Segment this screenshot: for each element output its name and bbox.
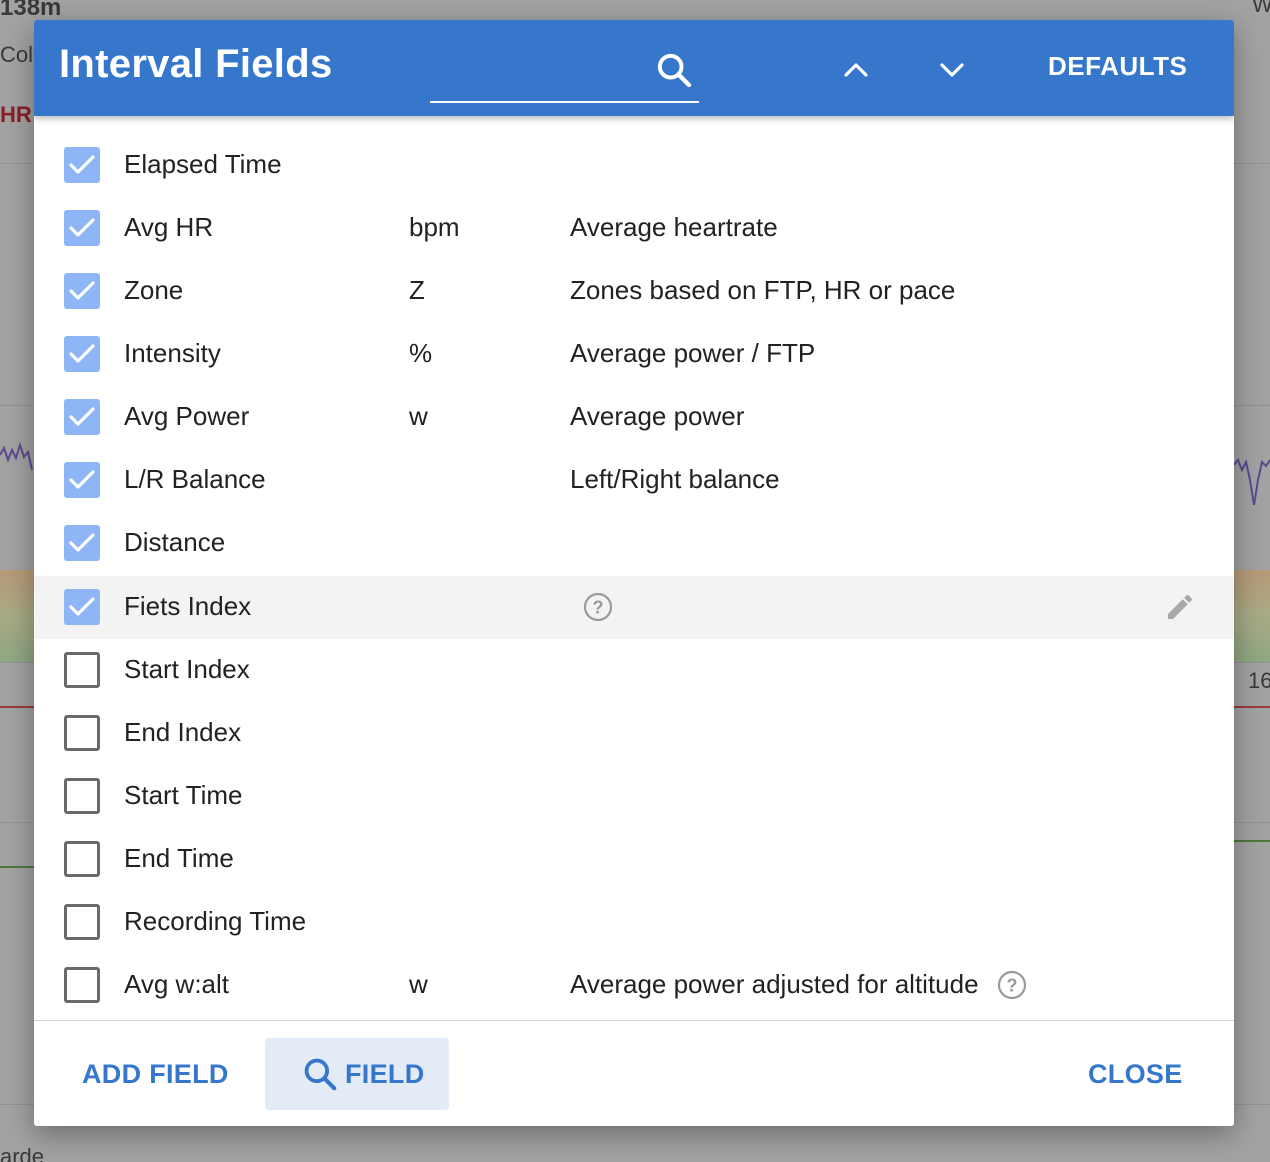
field-checkbox[interactable] — [64, 399, 100, 435]
add-field-button[interactable]: ADD FIELD — [82, 1059, 229, 1090]
search-field[interactable] — [430, 46, 699, 103]
bg-col-label: Col — [0, 42, 34, 67]
dialog-header: Interval Fields DEFAULTS — [34, 20, 1234, 116]
field-description: Average power / FTP — [570, 338, 816, 368]
field-description: Average power — [570, 401, 745, 431]
field-checkbox[interactable] — [64, 841, 100, 877]
search-icon — [304, 1058, 337, 1091]
svg-text:?: ? — [1007, 976, 1018, 996]
field-name: Start Time — [124, 780, 243, 810]
check-icon — [69, 344, 95, 363]
search-field-label: FIELD — [345, 1059, 425, 1089]
field-checkbox[interactable] — [64, 652, 100, 688]
field-row[interactable]: Zone Z Zones based on FTP, HR or pace — [34, 260, 1234, 323]
field-row[interactable]: Avg w:alt w Average power adjusted for alt… — [34, 954, 1234, 1017]
field-name: Intensity — [124, 338, 221, 368]
check-icon — [69, 597, 95, 616]
field-checkbox[interactable] — [64, 147, 100, 183]
dialog-title: Interval Fields — [59, 42, 333, 86]
check-icon — [69, 470, 95, 489]
field-name: End Index — [124, 717, 242, 747]
field-name: Recording Time — [124, 906, 307, 936]
field-description: Left/Right balance — [570, 464, 780, 494]
field-checkbox[interactable] — [64, 967, 100, 1003]
check-icon — [69, 407, 95, 426]
field-row[interactable]: Avg HR bpm Average heartrate — [34, 197, 1234, 260]
check-icon — [69, 281, 95, 300]
field-unit: bpm — [409, 212, 460, 242]
field-row[interactable]: Distance — [34, 512, 1234, 575]
help-icon[interactable]: ? — [996, 969, 1028, 1001]
chevron-up-icon — [844, 63, 868, 77]
field-row[interactable]: End Index — [34, 702, 1234, 765]
field-name: Distance — [124, 527, 226, 557]
bg-right-number: 16 — [1248, 668, 1270, 693]
field-name: Avg Power — [124, 401, 250, 431]
field-row[interactable]: Recording Time — [34, 891, 1234, 954]
bg-green-trace — [0, 866, 34, 868]
field-checkbox[interactable] — [64, 589, 100, 625]
move-up-button[interactable] — [836, 50, 876, 90]
field-row[interactable]: Avg Power w Average power — [34, 386, 1234, 449]
pencil-icon[interactable] — [1164, 591, 1196, 623]
field-name: End Time — [124, 843, 234, 873]
field-row[interactable]: Start Time — [34, 765, 1234, 828]
bg-hr-label: HR — [0, 102, 32, 127]
search-input[interactable] — [430, 46, 644, 98]
field-name: Zone — [124, 275, 184, 305]
field-row[interactable]: Start Index — [34, 639, 1234, 702]
field-row[interactable]: Intensity% Average power / FTP — [34, 323, 1234, 386]
bg-power-trace — [0, 441, 33, 471]
check-icon — [69, 155, 95, 174]
field-unit: w — [409, 969, 428, 999]
field-checkbox[interactable] — [64, 210, 100, 246]
bg-zone-band — [0, 570, 34, 662]
field-checkbox[interactable] — [64, 462, 100, 498]
bg-distance-label: 138m — [0, 0, 62, 21]
bg-power-trace — [1234, 458, 1270, 506]
field-checkbox[interactable] — [64, 778, 100, 814]
field-name: L/R Balance — [124, 464, 266, 494]
field-description: Average power adjusted for altitude — [570, 969, 979, 999]
field-checkbox[interactable] — [64, 273, 100, 309]
field-name: Start Index — [124, 654, 250, 684]
field-row[interactable]: L/R Balance Left/Right balance — [34, 449, 1234, 512]
bg-right-letter: W — [1252, 0, 1270, 17]
field-row[interactable]: Elapsed Time — [34, 134, 1234, 197]
check-icon — [69, 218, 95, 237]
bg-zone-band — [1234, 570, 1270, 662]
field-name: Elapsed Time — [124, 149, 282, 179]
field-name: Avg HR — [124, 212, 214, 242]
field-description: Zones based on FTP, HR or pace — [570, 275, 956, 305]
field-row[interactable]: Fiets Index? — [34, 576, 1234, 639]
bg-bottom-label: arde — [0, 1144, 45, 1162]
check-icon — [69, 533, 95, 552]
help-icon[interactable]: ? — [582, 591, 614, 623]
field-unit: % — [409, 338, 433, 368]
field-checkbox[interactable] — [64, 336, 100, 372]
bg-green-trace — [1234, 840, 1270, 842]
chevron-down-icon — [940, 63, 964, 77]
field-description: Average heartrate — [570, 212, 778, 242]
search-icon[interactable] — [654, 50, 694, 90]
field-row[interactable]: End Time — [34, 828, 1234, 891]
bg-hr-trace — [0, 706, 34, 708]
field-checkbox[interactable] — [64, 525, 100, 561]
field-name: Fiets Index — [124, 591, 252, 621]
move-down-button[interactable] — [932, 50, 972, 90]
svg-text:?: ? — [593, 598, 604, 618]
bg-hr-trace — [1234, 706, 1270, 708]
field-unit: w — [409, 401, 428, 431]
interval-fields-dialog: Interval Fields DEFAULTS Elapsed Time Avg… — [34, 20, 1234, 1126]
field-name: Avg w:alt — [124, 969, 230, 999]
search-field-button[interactable]: FIELD — [265, 1038, 449, 1110]
field-checkbox[interactable] — [64, 715, 100, 751]
close-button[interactable]: CLOSE — [1088, 1059, 1183, 1090]
field-checkbox[interactable] — [64, 904, 100, 940]
dialog-footer: ADD FIELD FIELD CLOSE — [34, 1021, 1234, 1126]
field-unit: Z — [409, 275, 425, 305]
defaults-button[interactable]: DEFAULTS — [1048, 51, 1187, 82]
